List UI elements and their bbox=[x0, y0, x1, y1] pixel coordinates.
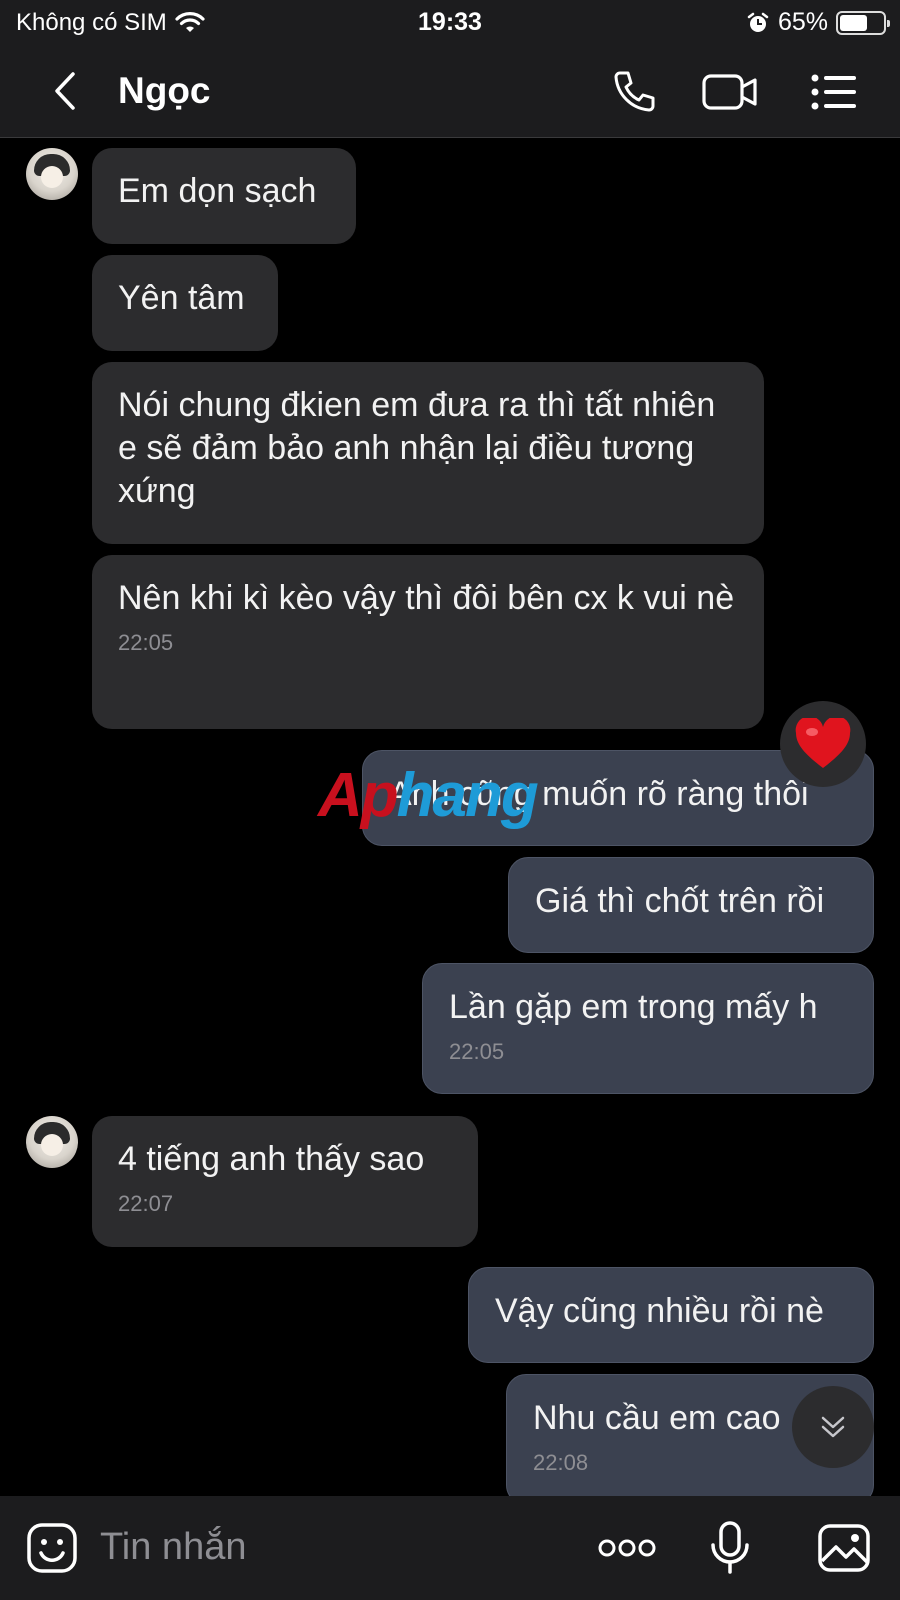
contact-avatar[interactable] bbox=[26, 1116, 78, 1168]
avatar-face bbox=[41, 166, 63, 188]
more-button[interactable] bbox=[596, 1518, 658, 1578]
message-text: Vậy cũng nhiều rồi nè bbox=[495, 1292, 824, 1330]
chevron-left-icon bbox=[55, 72, 75, 110]
back-button[interactable] bbox=[40, 66, 90, 116]
microphone-icon bbox=[711, 1521, 749, 1574]
message-text: Em dọn sạch bbox=[118, 172, 317, 210]
message-input[interactable] bbox=[100, 1520, 560, 1574]
video-camera-icon bbox=[702, 74, 757, 110]
message-text: Nói chung đkien em đưa ra thì tất nhiên … bbox=[118, 386, 716, 510]
contact-name[interactable]: Ngọc bbox=[118, 70, 211, 112]
battery-icon bbox=[836, 10, 890, 35]
message-text: Anh cũng muốn rõ ràng thôi bbox=[389, 775, 809, 813]
chat-header: Ngọc bbox=[0, 46, 900, 138]
message-bubble[interactable]: Lần gặp em trong mấy h 22:05 bbox=[422, 963, 874, 1094]
message-timestamp: 22:08 bbox=[533, 1450, 589, 1475]
message-text: Nhu cầu em cao bbox=[533, 1399, 781, 1437]
message-text: Lần gặp em trong mấy h bbox=[449, 988, 818, 1026]
alarm-icon bbox=[747, 12, 769, 32]
more-icon bbox=[598, 1539, 656, 1557]
message-bubble[interactable]: Giá thì chốt trên rồi bbox=[508, 857, 874, 953]
battery-percent: 65% bbox=[777, 8, 828, 36]
status-bar: Không có SIM 19:33 65% bbox=[0, 0, 900, 46]
message-text: Yên tâm bbox=[118, 279, 245, 317]
message-timestamp: 22:07 bbox=[118, 1191, 174, 1216]
message-list[interactable]: Em dọn sạch Yên tâm Nói chung đkien em đ… bbox=[0, 139, 900, 1496]
reaction-badge[interactable] bbox=[780, 701, 866, 787]
avatar-face bbox=[41, 1134, 63, 1156]
video-call-button[interactable] bbox=[700, 64, 760, 120]
heart-icon bbox=[795, 718, 851, 768]
voice-call-button[interactable] bbox=[604, 64, 664, 120]
battery-fill bbox=[840, 14, 868, 31]
voice-message-button[interactable] bbox=[700, 1518, 760, 1578]
message-timestamp: 22:05 bbox=[449, 1039, 505, 1064]
status-right: 65% bbox=[746, 8, 890, 37]
phone-icon bbox=[614, 71, 655, 112]
scroll-to-bottom-button[interactable] bbox=[792, 1386, 874, 1468]
message-bubble[interactable]: Vậy cũng nhiều rồi nè bbox=[468, 1267, 874, 1363]
message-bubble[interactable]: Em dọn sạch bbox=[92, 148, 356, 244]
image-icon bbox=[818, 1524, 870, 1572]
message-timestamp: 22:05 bbox=[118, 630, 174, 655]
list-menu-icon bbox=[811, 74, 856, 110]
message-input-bar bbox=[0, 1496, 900, 1600]
double-chevron-down-icon bbox=[821, 1416, 845, 1438]
message-bubble[interactable]: Yên tâm bbox=[92, 255, 278, 351]
message-text: 4 tiếng anh thấy sao bbox=[118, 1140, 425, 1178]
sticker-icon bbox=[27, 1523, 77, 1573]
message-text: Nên khi kì kèo vậy thì đôi bên cx k vui … bbox=[118, 579, 735, 617]
gallery-button[interactable] bbox=[814, 1518, 874, 1578]
contact-avatar[interactable] bbox=[26, 148, 78, 200]
message-bubble[interactable]: Nên khi kì kèo vậy thì đôi bên cx k vui … bbox=[92, 555, 764, 729]
chat-menu-button[interactable] bbox=[804, 64, 864, 120]
message-bubble[interactable]: 4 tiếng anh thấy sao 22:07 bbox=[92, 1116, 478, 1247]
message-bubble[interactable]: Nói chung đkien em đưa ra thì tất nhiên … bbox=[92, 362, 764, 544]
sticker-button[interactable] bbox=[22, 1518, 82, 1578]
message-text: Giá thì chốt trên rồi bbox=[535, 882, 825, 920]
